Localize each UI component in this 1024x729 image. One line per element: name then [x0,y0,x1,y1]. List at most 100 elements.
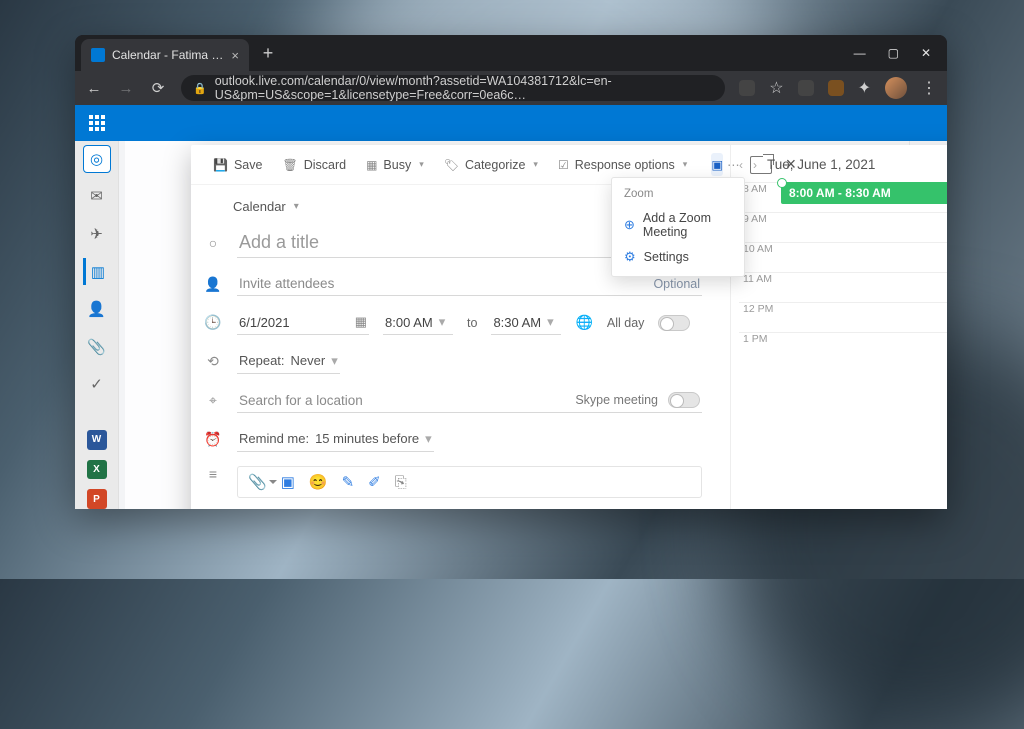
draw-button[interactable]: ✐ [368,473,381,491]
zoom-menu-header: Zoom [612,184,744,206]
discard-button[interactable]: 🗑Discard [274,154,354,176]
circle-icon: ○ [203,235,223,251]
categorize-dropdown[interactable]: 🏷Categorize▾ [436,154,546,176]
save-icon: 💾 [213,158,228,172]
calendar-icon: ▦ [355,314,367,330]
window-maximize-icon[interactable]: ▢ [888,46,899,60]
highlight-button[interactable]: ✎ [342,473,355,491]
end-time-input[interactable]: 8:30 AM▾ [491,310,561,335]
excel-icon[interactable]: X [87,460,107,480]
optional-link[interactable]: Optional [653,277,700,291]
all-day-toggle[interactable] [658,315,690,331]
description-icon: ≡ [203,466,223,482]
browser-titlebar: Calendar - Fatima Wahab - Outl… × + — ▢ … [75,35,947,71]
plus-circle-icon: ⊕ [624,217,635,233]
chevron-down-icon: ▾ [331,353,338,369]
chevron-down-icon: ▾ [439,314,446,330]
next-day-icon[interactable]: › [753,158,757,172]
bookmark-star-icon[interactable]: ☆ [769,78,783,98]
skype-toggle[interactable] [668,392,700,408]
time-to-label: to [467,316,477,330]
attach-button[interactable]: 📎 [248,473,267,491]
powerpoint-icon[interactable]: P [87,489,107,509]
word-icon[interactable]: W [87,430,107,450]
zoom-add-meeting[interactable]: ⊕Add a Zoom Meeting [612,206,744,244]
window-close-icon[interactable]: ✕ [921,46,931,60]
trash-icon: 🗑 [282,158,297,172]
event-compose-panel: 💾Save 🗑Discard ▦Busy▾ 🏷Categorize▾ ☑Resp… [191,145,947,509]
tab-title: Calendar - Fatima Wahab - Outl… [112,48,224,62]
insert-button[interactable]: ⎘ [395,474,407,491]
app-launcher-icon[interactable] [81,107,113,139]
suite-header [75,105,947,141]
bell-icon: ⏰ [203,431,223,448]
chevron-down-icon: ▾ [294,201,299,212]
zoom-addon-button[interactable]: ▣ [711,153,723,176]
nav-back-icon[interactable]: ← [85,80,103,97]
rail-files-icon[interactable]: 📎 [83,333,111,361]
response-options-dropdown[interactable]: ☑Response options▾ [550,154,695,176]
tab-close-icon[interactable]: × [231,48,239,63]
image-button[interactable]: ▣ [281,473,295,491]
skype-label: Skype meeting [575,393,658,407]
event-block[interactable]: 8:00 AM - 8:30 AM [781,182,947,204]
all-day-label: All day [607,316,645,330]
video-icon: ▣ [711,157,723,172]
start-time-input[interactable]: 8:00 AM▾ [383,310,453,335]
nav-forward-icon[interactable]: → [117,80,135,97]
clock-icon: 🕒 [203,314,223,331]
time-slot: 9 AM [739,212,947,242]
chevron-down-icon: ▾ [547,314,554,330]
repeat-dropdown[interactable]: Repeat: Never ▾ [237,349,340,374]
chevron-down-icon: ▾ [533,159,538,170]
chevron-down-icon: ▾ [419,159,424,170]
url-text: outlook.live.com/calendar/0/view/month?a… [215,75,714,101]
lock-icon: 🔒 [193,82,207,95]
rail-mail-icon[interactable]: ✉ [83,183,111,211]
extension-2-icon[interactable] [828,80,844,96]
time-slot: 10 AM [739,242,947,272]
location-icon: ⌖ [203,392,223,409]
rail-todo-icon[interactable]: ✓ [83,370,111,398]
nav-reload-icon[interactable]: ⟳ [149,79,167,97]
outlook-favicon [91,48,105,62]
response-icon: ☑ [558,158,569,172]
window-minimize-icon[interactable]: — [854,46,866,60]
chrome-menu-icon[interactable]: ⋮ [921,78,937,98]
repeat-icon: ⟲ [203,353,223,370]
chrome-profile-avatar[interactable] [885,77,907,99]
prev-day-icon[interactable]: ‹ [739,158,743,172]
rail-people-icon[interactable]: 👤 [83,295,111,323]
address-bar[interactable]: 🔒 outlook.live.com/calendar/0/view/month… [181,75,725,101]
time-grid[interactable]: 8:00 AM - 8:30 AM 8 AM 9 AM 10 AM 11 AM … [739,182,947,362]
date-input[interactable]: 6/1/2021 ▦ [237,310,369,335]
extension-icons: ☆ ✦ ⋮ [739,77,937,99]
reminder-dropdown[interactable]: Remind me: 15 minutes before ▾ [237,427,434,452]
browser-toolbar: ← → ⟳ 🔒 outlook.live.com/calendar/0/view… [75,71,947,105]
extension-1-icon[interactable] [798,80,814,96]
zoom-settings[interactable]: ⚙Settings [612,244,744,270]
busy-dropdown[interactable]: ▦Busy▾ [358,154,432,176]
left-rail: ◎ ✉ ✈ ▥ 👤 📎 ✓ W X P [75,105,119,509]
emoji-button[interactable]: 😊 [309,473,328,491]
compose-toolbar: 💾Save 🗑Discard ▦Busy▾ 🏷Categorize▾ ☑Resp… [191,145,730,185]
save-button[interactable]: 💾Save [205,154,270,176]
gear-icon: ⚙ [624,249,636,265]
new-tab-button[interactable]: + [255,40,281,66]
rail-calendar-icon[interactable]: ▥ [83,258,111,286]
zoom-dropdown-menu: Zoom ⊕Add a Zoom Meeting ⚙Settings [611,177,745,277]
busy-icon: ▦ [366,158,377,172]
selected-date-label[interactable]: Tue, June 1, 2021 [767,157,875,172]
browser-window: Calendar - Fatima Wahab - Outl… × + — ▢ … [75,35,947,509]
location-input[interactable]: Search for a location Skype meeting [237,388,702,413]
rail-outlook-icon[interactable]: ◎ [83,145,111,173]
translate-icon[interactable] [739,80,755,96]
time-slot: 12 PM [739,302,947,332]
browser-tab[interactable]: Calendar - Fatima Wahab - Outl… × [81,39,249,71]
time-slot: 1 PM [739,332,947,362]
time-preview-pane: ‹ › Tue, June 1, 2021 ⌄ 8:00 AM - 8:30 A… [731,145,947,509]
tag-icon: 🏷 [444,158,459,172]
rail-send-icon[interactable]: ✈ [83,220,111,248]
timezone-icon[interactable]: 🌐 [575,314,592,331]
extensions-puzzle-icon[interactable]: ✦ [858,78,871,98]
